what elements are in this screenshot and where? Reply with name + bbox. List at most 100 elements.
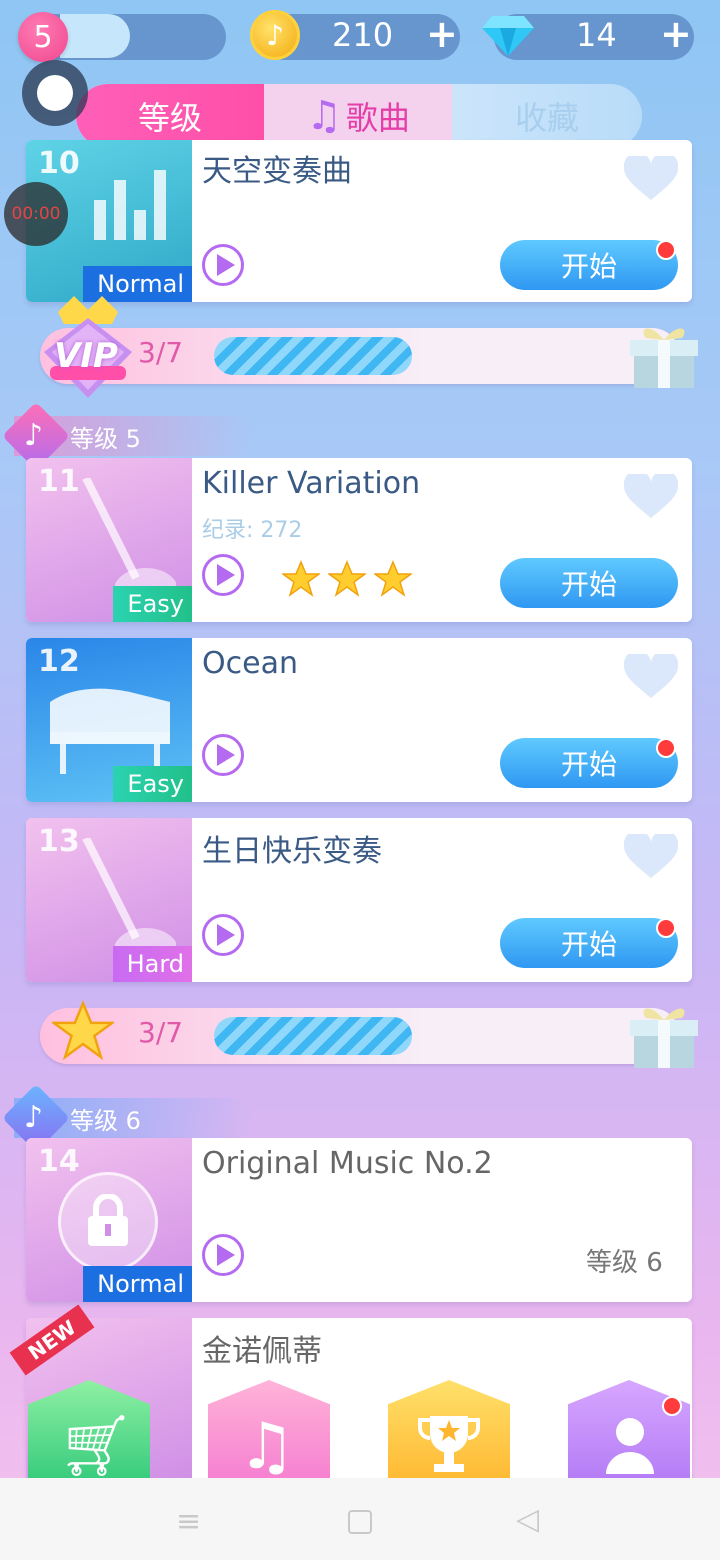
song-card-locked[interactable]: 14 Normal Original Music No.2 等级 6 [26, 1138, 692, 1302]
xp-bar-fill [60, 14, 130, 58]
tab-bar: 等级 ♫ 歌曲 收藏 [76, 84, 642, 148]
player-level: 5 [33, 19, 53, 55]
song-card[interactable]: 10 Normal 天空变奏曲 开始 [26, 140, 692, 302]
system-navigation-bar: ≡ ◁ [0, 1478, 720, 1560]
vip-progress-fill [214, 337, 412, 375]
tab-songs[interactable]: ♫ 歌曲 [264, 84, 452, 148]
difficulty-badge: Hard [112, 946, 192, 982]
difficulty-label: Hard [126, 950, 184, 978]
difficulty-badge: Easy [113, 586, 192, 622]
difficulty-badge: Normal [83, 1266, 192, 1302]
gift-box-icon[interactable] [624, 318, 704, 390]
diamond-icon [482, 16, 534, 56]
lock-icon [88, 1194, 128, 1246]
vip-progress-text: 3/7 [138, 336, 184, 369]
song-thumbnail: 13 Hard [26, 818, 192, 982]
music-note-icon: ♪ [24, 418, 44, 453]
shop-icon: 🛒︎ [58, 1411, 135, 1481]
unlock-requirement: 等级 6 [586, 1248, 663, 1278]
star-icon [282, 560, 320, 597]
star-icon [374, 560, 412, 597]
add-gems-button[interactable]: + [660, 12, 692, 56]
start-label: 开始 [560, 748, 617, 781]
new-indicator-dot [656, 240, 676, 260]
play-icon [216, 1244, 235, 1266]
start-button[interactable]: 开始 [500, 558, 678, 608]
play-icon [216, 254, 235, 276]
star-icon [328, 560, 366, 597]
start-label: 开始 [560, 250, 617, 283]
tab-favorites-label: 收藏 [514, 99, 579, 137]
difficulty-label: Normal [97, 1270, 184, 1298]
level-header-label: 等级 5 [70, 424, 141, 453]
song-title: Killer Variation [202, 466, 421, 501]
song-number: 10 [38, 146, 80, 181]
coin-count: 210 [332, 16, 394, 54]
tab-levels[interactable]: 等级 [76, 84, 264, 148]
preview-play-button[interactable] [202, 244, 244, 286]
song-title: 金诺佩蒂 [202, 1334, 322, 1369]
star-progress-fill [214, 1017, 412, 1055]
new-indicator-dot [656, 918, 676, 938]
song-thumbnail: 14 Normal [26, 1138, 192, 1302]
tab-favorites[interactable]: 收藏 [452, 84, 642, 148]
play-icon [216, 744, 235, 766]
preview-play-button[interactable] [202, 734, 244, 776]
play-icon [216, 564, 235, 586]
song-card[interactable]: 11 Easy Killer Variation 纪录: 272 开始 [26, 458, 692, 622]
song-title: 天空变奏曲 [202, 154, 352, 189]
song-thumbnail: 12 Easy [26, 638, 192, 802]
back-icon[interactable]: ◁ [516, 1502, 539, 1537]
music-icon: ♫ [238, 1410, 296, 1484]
difficulty-badge: Easy [113, 766, 192, 802]
song-title: Original Music No.2 [202, 1146, 493, 1181]
tab-levels-label: 等级 [137, 99, 202, 137]
add-coins-button[interactable]: + [426, 12, 458, 56]
high-score: 纪录: 272 [202, 518, 303, 543]
player-level-badge: 5 [18, 12, 68, 62]
song-card[interactable]: 13 Hard 生日快乐变奏 开始 [26, 818, 692, 982]
profile-notification-dot [662, 1396, 682, 1416]
coin-icon: ♪ [250, 10, 300, 60]
song-number: 12 [38, 644, 80, 679]
level-header-label: 等级 6 [70, 1106, 141, 1135]
difficulty-label: Easy [127, 770, 184, 798]
song-thumbnail: 11 Easy [26, 458, 192, 622]
equalizer-icon [94, 170, 166, 240]
recording-timer: 00:00 [4, 182, 68, 246]
screen-record-button[interactable] [22, 60, 88, 126]
star-rating [282, 560, 412, 598]
song-number: 14 [38, 1144, 80, 1179]
song-title: 生日快乐变奏 [202, 834, 382, 869]
music-note-icon: ♫ [306, 93, 342, 139]
star-icon [52, 1000, 114, 1061]
favorite-heart-icon[interactable] [624, 654, 678, 700]
menu-icon[interactable]: ≡ [176, 1504, 201, 1539]
profile-icon [606, 1418, 654, 1474]
song-title: Ocean [202, 646, 298, 681]
music-note-icon: ♪ [24, 1100, 44, 1135]
star-progress-text: 3/7 [138, 1016, 184, 1049]
preview-play-button[interactable] [202, 914, 244, 956]
new-indicator-dot [656, 738, 676, 758]
start-label: 开始 [560, 568, 617, 601]
favorite-heart-icon[interactable] [624, 156, 678, 202]
start-label: 开始 [560, 928, 617, 961]
home-icon[interactable] [348, 1510, 372, 1534]
vip-label: VIP [54, 336, 118, 376]
gem-count: 14 [576, 16, 617, 54]
favorite-heart-icon[interactable] [624, 834, 678, 880]
favorite-heart-icon[interactable] [624, 474, 678, 520]
difficulty-label: Easy [127, 590, 184, 618]
play-icon [216, 924, 235, 946]
preview-play-button[interactable] [202, 1234, 244, 1276]
preview-play-button[interactable] [202, 554, 244, 596]
recording-time: 00:00 [11, 204, 61, 224]
song-card[interactable]: 12 Easy Ocean 开始 [26, 638, 692, 802]
tab-songs-label: 歌曲 [345, 99, 410, 137]
record-dot-icon [37, 75, 73, 111]
start-button[interactable]: 开始 [500, 738, 678, 788]
gift-box-icon[interactable] [624, 998, 704, 1070]
start-button[interactable]: 开始 [500, 918, 678, 968]
start-button[interactable]: 开始 [500, 240, 678, 290]
